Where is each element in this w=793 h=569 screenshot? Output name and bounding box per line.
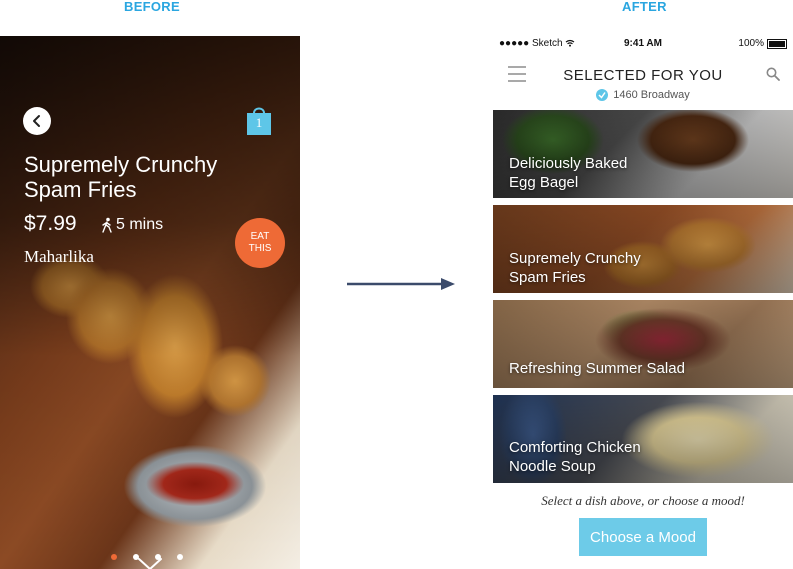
right-arrow-icon <box>347 278 455 290</box>
dish-card-title: Refreshing Summer Salad <box>509 360 685 377</box>
page-title: SELECTED FOR YOU <box>563 67 723 84</box>
dish-title-line-2: Spam Fries <box>24 177 137 202</box>
choose-mood-button[interactable]: Choose a Mood <box>579 518 707 556</box>
dish-card[interactable]: Comforting Chicken Noodle Soup <box>493 395 793 483</box>
cart-count: 1 <box>255 115 263 130</box>
before-caption: BEFORE <box>124 0 180 14</box>
back-button[interactable] <box>23 107 51 135</box>
carousel-dot[interactable] <box>111 554 117 560</box>
after-caption: AFTER <box>622 0 667 14</box>
dish-card-title: Deliciously Baked Egg Bagel <box>509 155 628 191</box>
eat-this-label-2: THIS <box>248 243 272 254</box>
dish-title: Supremely Crunchy Spam Fries <box>24 152 274 202</box>
eat-this-button[interactable]: EAT THIS <box>235 218 285 268</box>
battery-status: 100% <box>738 38 787 49</box>
back-chevron-icon <box>33 115 40 127</box>
battery-percent: 100% <box>738 38 764 49</box>
dish-card[interactable]: Supremely Crunchy Spam Fries <box>493 205 793 293</box>
battery-icon <box>767 38 787 49</box>
dish-card[interactable]: Deliciously Baked Egg Bagel <box>493 110 793 198</box>
prep-time: 5 mins <box>100 216 163 234</box>
location-label: 1460 Broadway <box>613 89 690 101</box>
walking-person-icon <box>102 217 112 233</box>
dish-card[interactable]: Refreshing Summer Salad <box>493 300 793 388</box>
dish-title-line-1: Supremely Crunchy <box>24 152 218 177</box>
after-screen: ●●●●● Sketch 9:41 AM 100% SELECTED FOR Y… <box>493 36 793 569</box>
dish-price: $7.99 <box>24 212 77 235</box>
carousel-dots <box>111 554 183 560</box>
dish-card-title: Supremely Crunchy Spam Fries <box>509 250 641 286</box>
before-screen: 1 Supremely Crunchy Spam Fries $7.99 5 m… <box>0 36 300 569</box>
carousel-dot[interactable] <box>155 554 161 560</box>
cart-button[interactable]: 1 <box>245 104 273 136</box>
prep-time-label: 5 mins <box>116 216 164 233</box>
location-pin-icon <box>596 89 609 101</box>
eat-this-label-1: EAT <box>250 231 270 242</box>
location-selector[interactable]: 1460 Broadway <box>493 89 793 101</box>
dish-card-title: Comforting Chicken Noodle Soup <box>509 439 641 475</box>
carousel-dot[interactable] <box>133 554 139 560</box>
mood-prompt: Select a dish above, or choose a mood! <box>541 493 745 508</box>
status-bar: ●●●●● Sketch 9:41 AM 100% <box>493 36 793 52</box>
restaurant-name: Maharlika <box>24 247 94 266</box>
search-icon[interactable] <box>766 67 780 81</box>
carousel-dot[interactable] <box>177 554 183 560</box>
